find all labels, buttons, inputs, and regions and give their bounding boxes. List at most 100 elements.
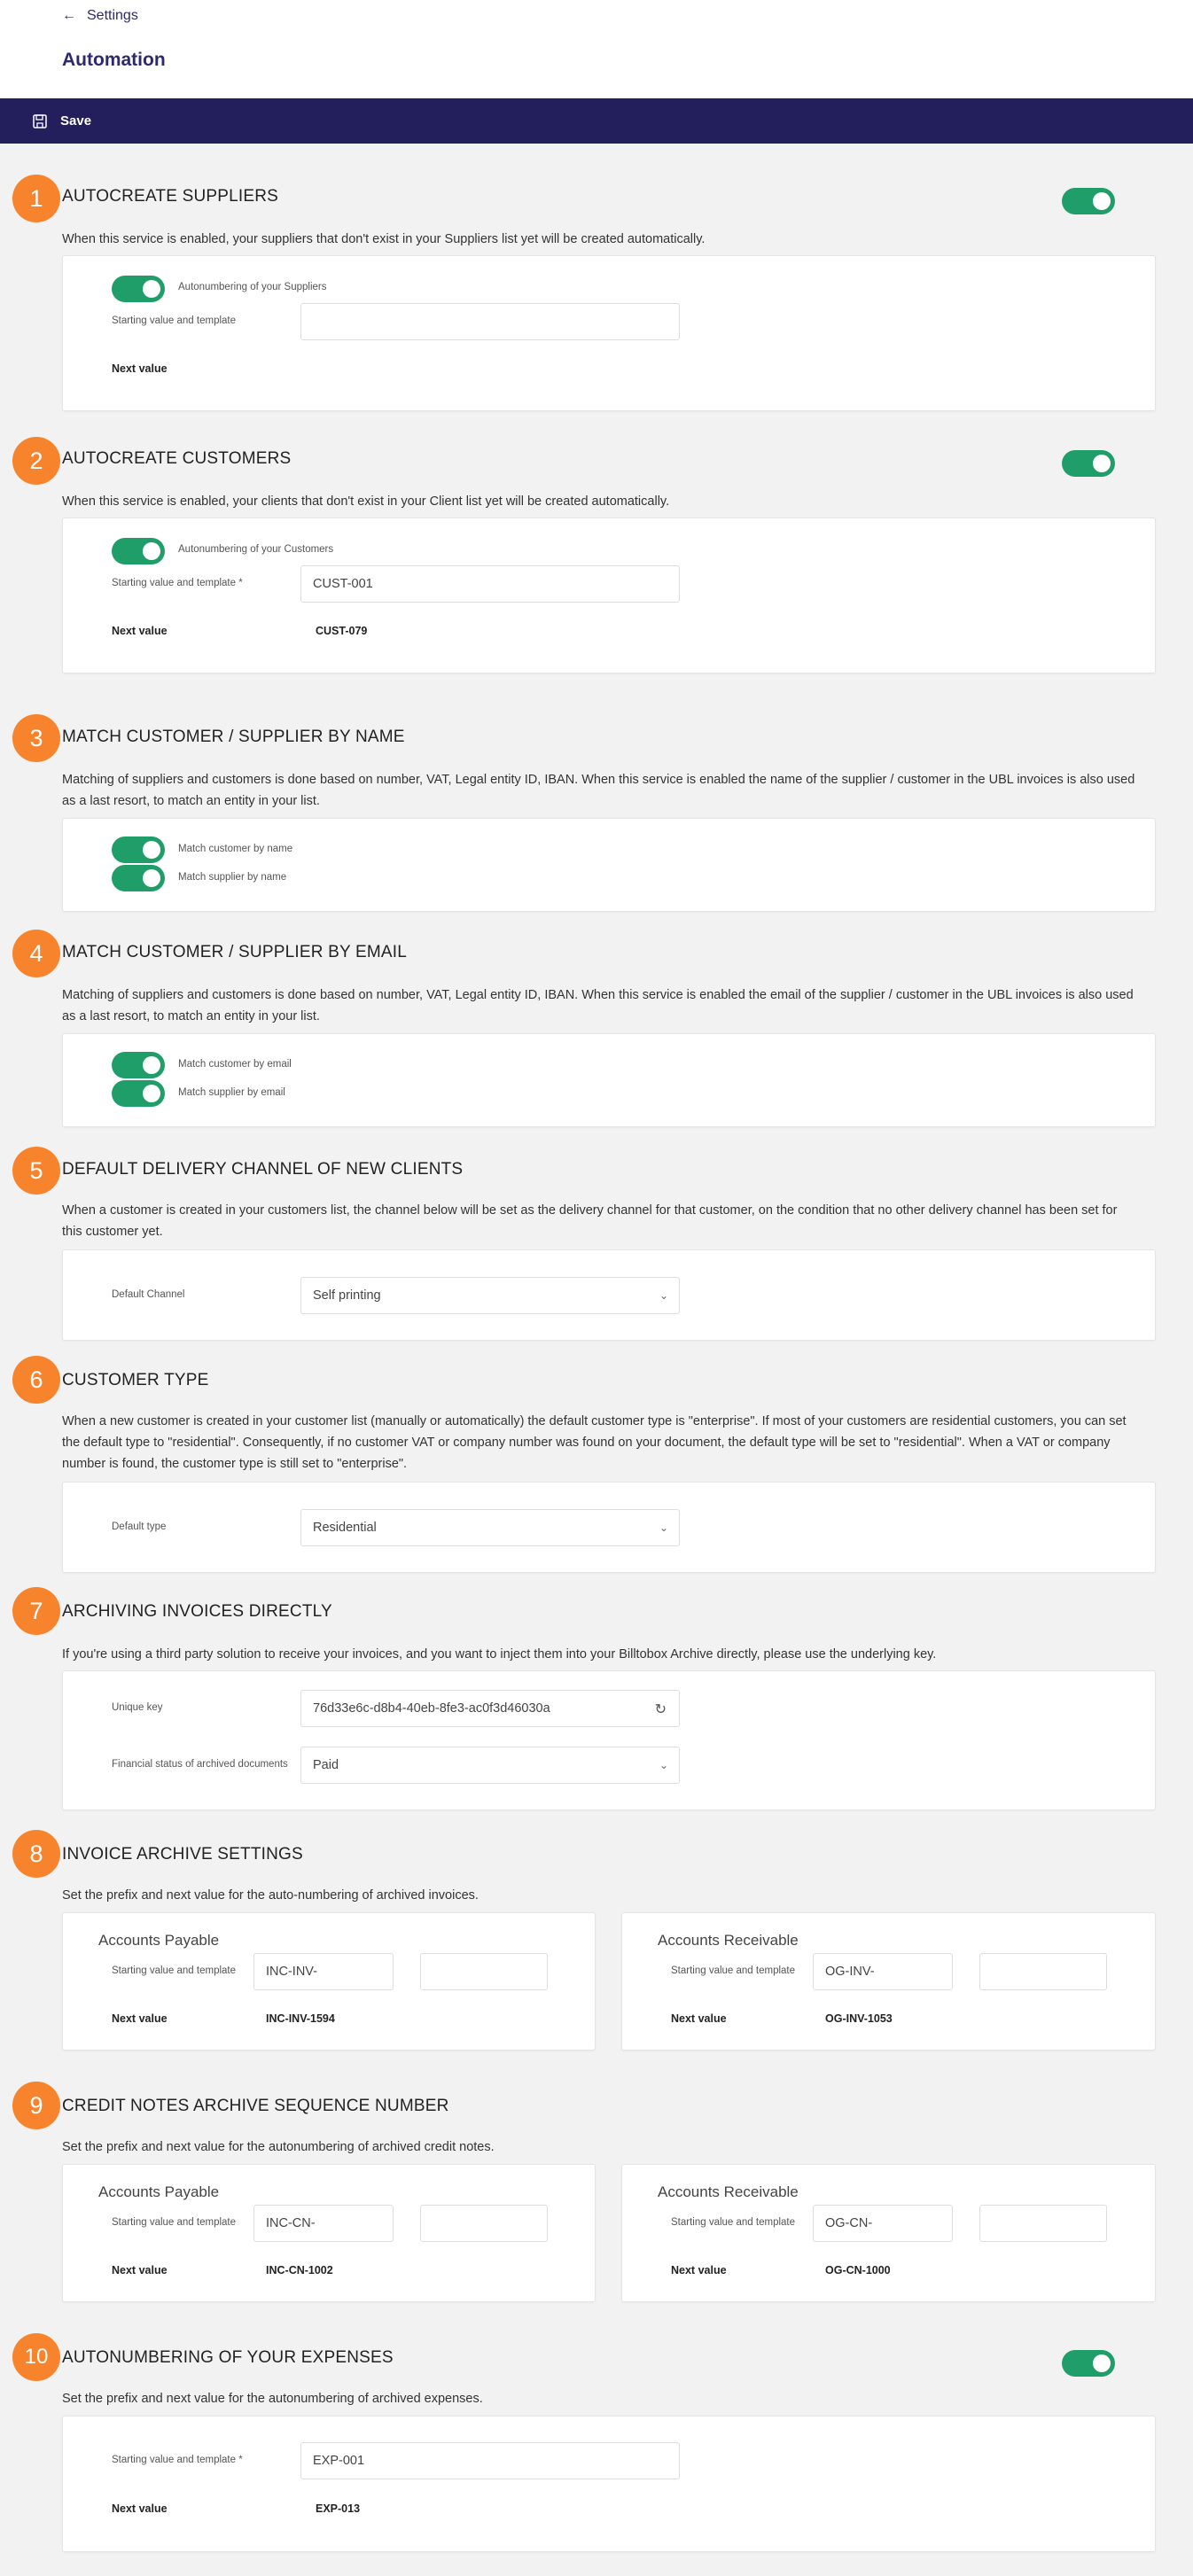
step-badge: 8 (12, 1830, 60, 1878)
financial-status-select[interactable]: Paid ⌄ (300, 1747, 680, 1784)
accounts-receivable-heading: Accounts Receivable (658, 1932, 799, 1949)
financial-status-value: Paid (313, 1758, 339, 1772)
default-channel-value: Self printing (313, 1288, 381, 1303)
default-channel-select[interactable]: Self printing ⌄ (300, 1277, 680, 1314)
section-description-line-2: as a last resort, to match an entity in … (62, 794, 320, 808)
save-button[interactable]: Save (32, 113, 91, 129)
autonumbering-label: Autonumbering of your Customers (178, 544, 334, 555)
settings-card: Autonumbering of your Suppliers Starting… (62, 255, 1156, 411)
next-value-label: Next value (671, 2264, 727, 2276)
value-input[interactable] (979, 2205, 1107, 2242)
next-value: CUST-079 (316, 625, 368, 637)
section-title: MATCH CUSTOMER / SUPPLIER BY EMAIL (62, 943, 407, 961)
default-type-label: Default type (112, 1521, 167, 1532)
value-input[interactable] (420, 1953, 548, 1990)
match-supplier-label: Match supplier by name (178, 872, 287, 883)
accounts-receivable-heading: Accounts Receivable (658, 2183, 799, 2200)
section-description-line-1: When a new customer is created in your c… (62, 1414, 1127, 1428)
match-supplier-by-email-toggle[interactable] (112, 1080, 165, 1107)
match-customer-by-name-toggle[interactable] (112, 837, 165, 863)
section-description-line-1: When a customer is created in your custo… (62, 1203, 1118, 1218)
section-description-line-2: this customer yet. (62, 1225, 163, 1239)
default-type-select[interactable]: Residential ⌄ (300, 1509, 680, 1546)
next-value: OG-INV-1053 (825, 2012, 893, 2025)
starting-value-label: Starting value and template (112, 315, 237, 326)
autocreate-customers-toggle[interactable] (1062, 450, 1115, 477)
autonumbering-label: Autonumbering of your Suppliers (178, 282, 327, 292)
next-value: INC-CN-1002 (266, 2264, 333, 2276)
autonumbering-suppliers-toggle[interactable] (112, 276, 165, 302)
next-value-label: Next value (112, 2502, 168, 2515)
autocreate-suppliers-toggle[interactable] (1062, 188, 1115, 214)
match-customer-label: Match customer by name (178, 844, 293, 854)
step-badge: 3 (12, 714, 60, 762)
section-title: INVOICE ARCHIVE SETTINGS (62, 1845, 303, 1864)
next-value: EXP-013 (316, 2502, 361, 2515)
unique-key-value: 76d33e6c-d8b4-40eb-8fe3-ac0f3d46030a (313, 1701, 550, 1716)
section-description-line-1: Matching of suppliers and customers is d… (62, 988, 1134, 1002)
starting-value-input[interactable]: CUST-001 (300, 565, 680, 603)
save-label: Save (60, 113, 92, 128)
section-title: DEFAULT DELIVERY CHANNEL OF NEW CLIENTS (62, 1160, 464, 1179)
chevron-down-icon: ⌄ (659, 1289, 668, 1302)
step-badge: 5 (12, 1147, 60, 1195)
section-description-line-2: as a last resort, to match an entity in … (62, 1009, 320, 1023)
starting-value-label: Starting value and template (112, 2217, 237, 2228)
value-input[interactable] (979, 1953, 1107, 1990)
section-description-line-3: number is found, the customer type is st… (62, 1457, 408, 1471)
starting-value-label: Starting value and template (112, 1965, 237, 1976)
unique-key-label: Unique key (112, 1702, 163, 1713)
section-title: ARCHIVING INVOICES DIRECTLY (62, 1602, 332, 1621)
prefix-input[interactable]: OG-CN- (813, 2205, 953, 2242)
unique-key-field[interactable]: 76d33e6c-d8b4-40eb-8fe3-ac0f3d46030a ↻ (300, 1690, 680, 1727)
match-supplier-by-name-toggle[interactable] (112, 865, 165, 891)
settings-card: Match customer by name Match supplier by… (62, 818, 1156, 912)
match-customer-label: Match customer by email (178, 1059, 292, 1070)
section-description: When this service is enabled, your clien… (62, 494, 670, 509)
refresh-icon[interactable]: ↻ (655, 1700, 667, 1718)
section-title: CREDIT NOTES ARCHIVE SEQUENCE NUMBER (62, 2097, 449, 2115)
starting-value-input[interactable] (300, 303, 680, 340)
accounts-payable-card: Accounts Payable Starting value and temp… (62, 1912, 596, 2051)
settings-card: Match customer by email Match supplier b… (62, 1033, 1156, 1127)
chevron-down-icon: ⌄ (659, 1521, 668, 1534)
section-description-line-1: Matching of suppliers and customers is d… (62, 773, 1135, 787)
section-description-line-2: the default type to "residential". Conse… (62, 1436, 1111, 1450)
settings-card: Autonumbering of your Customers Starting… (62, 518, 1156, 673)
match-supplier-label: Match supplier by email (178, 1087, 285, 1098)
step-badge: 9 (12, 2082, 60, 2129)
back-label: Settings (87, 8, 138, 23)
prefix-input[interactable]: INC-CN- (253, 2205, 394, 2242)
accounts-payable-heading: Accounts Payable (98, 1932, 220, 1949)
settings-card: Default Channel Self printing ⌄ (62, 1249, 1156, 1341)
section-description: Set the prefix and next value for the au… (62, 2392, 483, 2406)
default-type-value: Residential (313, 1521, 377, 1535)
page-header: ← Settings Automation (0, 0, 1193, 98)
autonumbering-expenses-toggle[interactable] (1062, 2350, 1115, 2377)
settings-card: Unique key 76d33e6c-d8b4-40eb-8fe3-ac0f3… (62, 1670, 1156, 1810)
section-title: AUTOCREATE SUPPLIERS (62, 187, 279, 206)
accounts-receivable-card: Accounts Receivable Starting value and t… (621, 1912, 1156, 2051)
match-customer-by-email-toggle[interactable] (112, 1052, 165, 1078)
autonumbering-customers-toggle[interactable] (112, 538, 165, 564)
starting-value-label: Starting value and template * (112, 2455, 243, 2465)
next-value: OG-CN-1000 (825, 2264, 891, 2276)
step-badge: 1 (12, 175, 60, 222)
accounts-payable-heading: Accounts Payable (98, 2183, 220, 2200)
section-title: AUTONUMBERING OF YOUR EXPENSES (62, 2348, 394, 2367)
prefix-input[interactable]: INC-INV- (253, 1953, 394, 1990)
starting-value-label: Starting value and template * (112, 578, 243, 588)
toolbar: Save (0, 98, 1193, 144)
prefix-input[interactable]: OG-INV- (813, 1953, 953, 1990)
settings-card: Default type Residential ⌄ (62, 1482, 1156, 1573)
value-input[interactable] (420, 2205, 548, 2242)
starting-value-input[interactable]: EXP-001 (300, 2442, 680, 2479)
next-value: INC-INV-1594 (266, 2012, 335, 2025)
default-channel-label: Default Channel (112, 1289, 185, 1300)
arrow-left-icon: ← (62, 8, 76, 23)
section-title: AUTOCREATE CUSTOMERS (62, 449, 292, 468)
settings-card: Starting value and template * EXP-001 Ne… (62, 2416, 1156, 2552)
starting-value-label: Starting value and template (671, 1965, 796, 1976)
back-to-settings-link[interactable]: ← Settings (62, 8, 138, 24)
save-icon (33, 113, 47, 128)
